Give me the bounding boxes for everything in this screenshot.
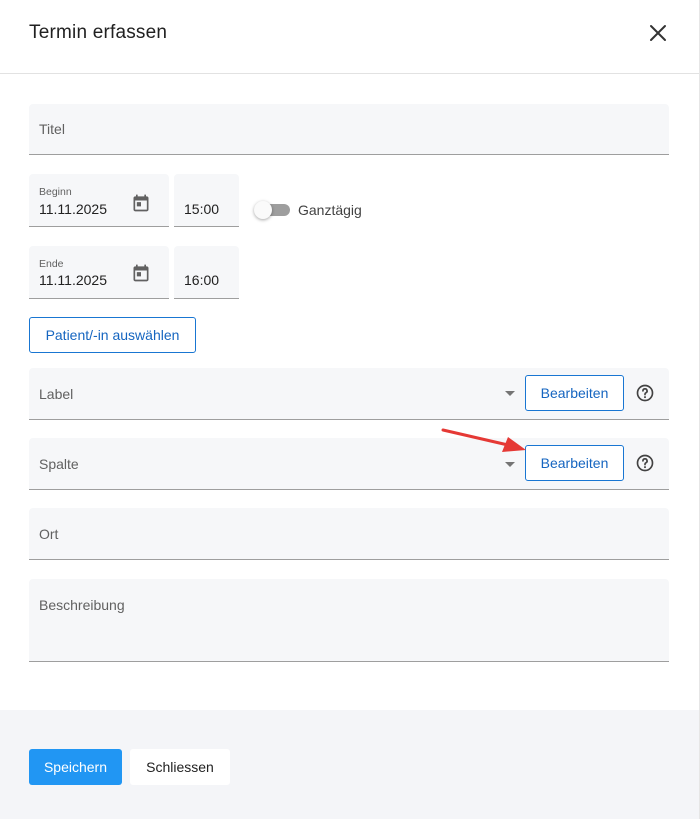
dialog-title: Termin erfassen [29,22,168,43]
chevron-down-icon[interactable] [505,391,515,396]
help-circle-icon[interactable] [635,453,655,473]
start-date-field[interactable]: Beginn 11.11.2025 [29,174,169,227]
calendar-icon[interactable] [131,263,151,283]
location-field[interactable]: Ort [29,508,669,560]
edit-column-button[interactable]: Bearbeiten [525,445,624,481]
calendar-icon[interactable] [131,193,151,213]
toggle-thumb [254,201,272,219]
all-day-label: Ganztägig [298,202,362,218]
description-field-label: Beschreibung [39,597,125,613]
chevron-down-icon[interactable] [505,462,515,467]
help-circle-icon[interactable] [635,383,655,403]
dialog-header: Termin erfassen [0,0,699,74]
start-time-value: 15:00 [184,201,220,217]
edit-label-button[interactable]: Bearbeiten [525,375,624,411]
annotation-arrow-icon [441,428,526,452]
end-date-field[interactable]: Ende 11.11.2025 [29,246,169,299]
title-field[interactable]: Titel [29,104,669,155]
save-button[interactable]: Speichern [29,749,122,785]
start-time-field[interactable]: 15:00 [174,174,239,227]
select-patient-button[interactable]: Patient/-in auswählen [29,317,196,353]
start-date-label: Beginn [39,186,72,198]
title-field-label: Titel [39,121,65,137]
appointment-dialog: Termin erfassen Titel Beginn 11.11.2025 … [0,0,700,819]
end-date-value: 11.11.2025 [39,272,107,288]
end-time-value: 16:00 [184,272,220,288]
all-day-toggle[interactable] [254,201,292,219]
column-select-label: Spalte [39,456,79,472]
close-icon [650,25,666,41]
label-select-label: Label [39,386,74,402]
location-field-label: Ort [39,526,59,542]
end-time-field[interactable]: 16:00 [174,246,239,299]
start-date-value: 11.11.2025 [39,201,107,217]
description-field[interactable]: Beschreibung [29,579,669,662]
end-date-label: Ende [39,258,64,270]
close-button[interactable] [646,21,670,45]
close-dialog-button[interactable]: Schliessen [130,749,230,785]
